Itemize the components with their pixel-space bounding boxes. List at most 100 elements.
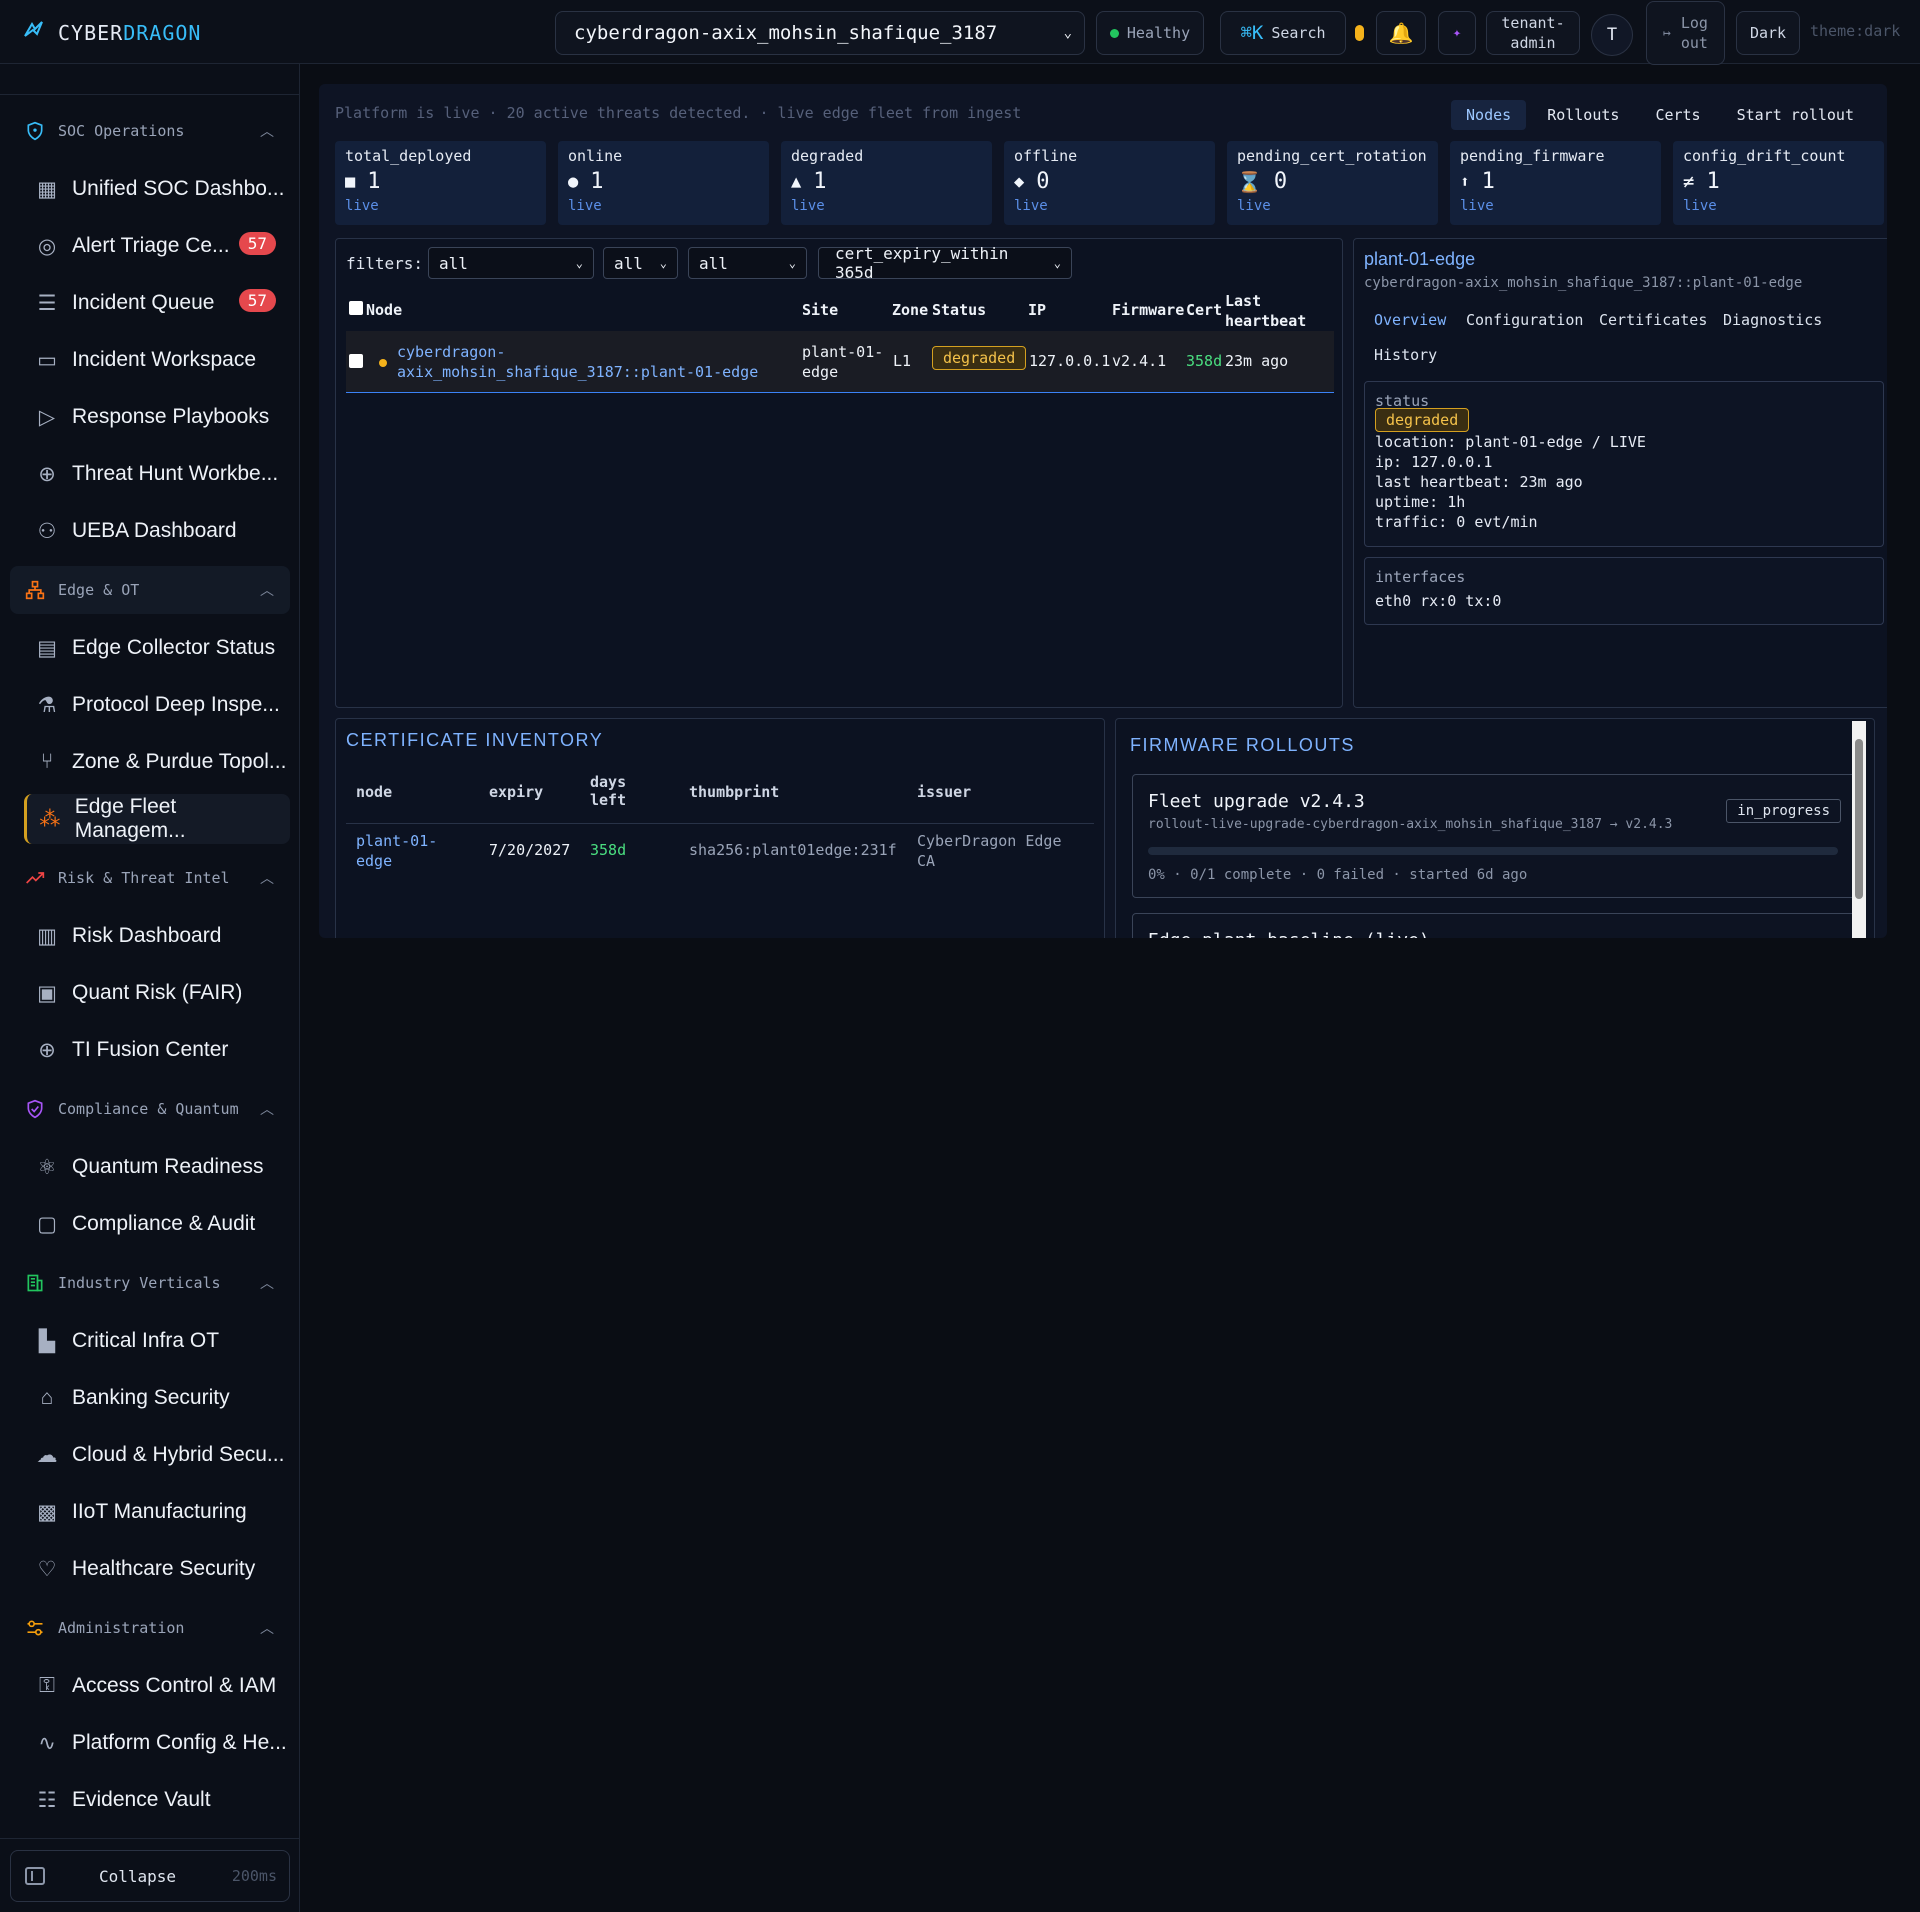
chevron-up-icon: ︿ [260, 871, 274, 887]
kpi-total-deployed[interactable]: total_deployed ■ 1 live [335, 141, 546, 225]
avatar[interactable]: T [1591, 14, 1633, 56]
select-all-checkbox[interactable] [349, 301, 363, 315]
health-indicator[interactable]: Healthy [1096, 11, 1204, 55]
status-card: status degraded location: plant-01-edge … [1364, 381, 1884, 547]
sparkle-icon: ✦ [1452, 25, 1462, 41]
notifications-button[interactable]: 🔔 [1376, 11, 1426, 55]
kpi-degraded[interactable]: degraded ▲ 1 live [781, 141, 992, 225]
logout-button[interactable]: ↦ Log out [1646, 1, 1725, 65]
cell-ip: 127.0.0.1 [1029, 352, 1111, 370]
collapse-button[interactable]: Collapse 200ms [10, 1850, 290, 1902]
col-ip[interactable]: IP [1028, 301, 1046, 319]
sidebar-item-edge-fleet[interactable]: ⁂ Edge Fleet Managem... [24, 794, 290, 844]
shield-check-icon [24, 1098, 46, 1120]
row-checkbox[interactable] [349, 354, 363, 368]
sidebar-item-label: Compliance & Audit [72, 1212, 256, 1235]
node-link[interactable]: cyberdragon-axix_mohsin_shafique_3187::p… [397, 342, 758, 382]
search-button[interactable]: ⌘K Search [1220, 11, 1346, 55]
sidebar-item-cloud-hybrid[interactable]: ☁ Cloud & Hybrid Secu... [24, 1430, 290, 1480]
tab-nodes[interactable]: Nodes [1451, 100, 1527, 130]
sidebar-item-critical-infra[interactable]: ▙ Critical Infra OT [24, 1316, 290, 1366]
sidebar-item-alert-triage[interactable]: ◎ Alert Triage Ce... 57 [24, 221, 290, 271]
col-zone[interactable]: Zone [892, 301, 928, 319]
tab-rollouts[interactable]: Rollouts [1532, 100, 1634, 130]
sidebar-item-protocol-inspection[interactable]: ⚗ Protocol Deep Inspe... [24, 680, 290, 730]
sidebar-item-banking[interactable]: ⌂ Banking Security [24, 1373, 290, 1423]
cert-node-link[interactable]: plant-01- edge [356, 831, 437, 871]
kpi-online[interactable]: online ● 1 live [558, 141, 769, 225]
kpi-config-drift[interactable]: config_drift_count ≠ 1 live [1673, 141, 1884, 225]
tab-diagnostics[interactable]: Diagnostics [1723, 311, 1822, 329]
col-cert[interactable]: Cert [1186, 301, 1222, 319]
sidebar-item-unified-soc[interactable]: ▦ Unified SOC Dashbo... [24, 164, 290, 214]
tab-configuration[interactable]: Configuration [1466, 311, 1583, 329]
sidebar-item-risk-dashboard[interactable]: ▥ Risk Dashboard [24, 911, 290, 961]
rollout-card[interactable]: Edge plant baseline (live) [1132, 913, 1856, 938]
logout-line2: out [1680, 34, 1708, 52]
tab-certs[interactable]: Certs [1640, 100, 1715, 130]
database-icon: ☷ [37, 1788, 57, 1812]
filter-zone-select[interactable]: all ⌄ [603, 247, 678, 279]
sidebar-item-zone-purdue[interactable]: ⑂ Zone & Purdue Topol... [24, 737, 290, 787]
assistant-button[interactable]: ✦ [1438, 11, 1476, 55]
sidebar-item-access-control[interactable]: ⚿ Access Control & IAM [24, 1661, 290, 1711]
brand-logo[interactable]: CYBERDRAGON [22, 18, 201, 48]
col-last-heartbeat[interactable]: Last heartbeat [1225, 291, 1306, 331]
factory-icon: ▙ [38, 1329, 56, 1353]
cloud-icon: ☁ [36, 1443, 58, 1467]
filter-cert-expiry-select[interactable]: cert_expiry_within 365d ⌄ [818, 244, 1072, 282]
rollout-title: Fleet upgrade v2.4.3 [1148, 791, 1365, 812]
start-rollout-button[interactable]: Start rollout [1722, 100, 1869, 130]
role-badge[interactable]: tenant- admin [1486, 11, 1580, 55]
sidebar-item-threat-hunt[interactable]: ⊕ Threat Hunt Workbe... [24, 449, 290, 499]
kpi-offline[interactable]: offline ◆ 0 live [1004, 141, 1215, 225]
sidebar-item-iiot[interactable]: ▩ IIoT Manufacturing [24, 1487, 290, 1537]
filter-site-select[interactable]: all ⌄ [428, 247, 594, 279]
collapse-label: Collapse [99, 1866, 177, 1886]
col-site[interactable]: Site [802, 301, 838, 319]
calculator-icon: ▣ [37, 981, 57, 1005]
cert-col-expiry[interactable]: expiry [489, 783, 543, 801]
sidebar-item-quant-risk[interactable]: ▣ Quant Risk (FAIR) [24, 968, 290, 1018]
trend-up-icon [24, 867, 46, 889]
table-row[interactable]: cyberdragon-axix_mohsin_shafique_3187::p… [346, 331, 1334, 393]
cert-col-thumbprint[interactable]: thumbprint [689, 783, 779, 801]
sidebar-item-healthcare[interactable]: ♡ Healthcare Security [24, 1544, 290, 1594]
tab-history[interactable]: History [1374, 346, 1437, 364]
kpi-pending-firmware[interactable]: pending_firmware ⬆ 1 live [1450, 141, 1661, 225]
group-industry-verticals[interactable]: Industry Verticals ︿ [10, 1259, 290, 1307]
rollout-meta: 0% · 0/1 complete · 0 failed · started 6… [1148, 867, 1528, 883]
scrollbar-thumb[interactable] [1855, 739, 1863, 899]
col-status[interactable]: Status [932, 301, 986, 319]
sidebar-item-incident-workspace[interactable]: ▭ Incident Workspace [24, 335, 290, 385]
tab-overview[interactable]: Overview [1374, 311, 1446, 329]
col-firmware[interactable]: Firmware [1112, 301, 1184, 319]
cert-col-node[interactable]: node [356, 783, 392, 801]
group-edge-ot[interactable]: Edge & OT ︿ [10, 566, 290, 614]
sidebar-item-ueba[interactable]: ⚇ UEBA Dashboard [24, 506, 290, 556]
sidebar-item-evidence-vault[interactable]: ☷ Evidence Vault [24, 1775, 290, 1825]
group-administration[interactable]: Administration ︿ [10, 1604, 290, 1652]
kpi-pending-cert-rotation[interactable]: pending_cert_rotation ⌛ 0 live [1227, 141, 1438, 225]
tenant-select[interactable]: cyberdragon-axix_mohsin_shafique_3187 ⌄ [555, 11, 1085, 55]
sidebar-item-compliance-audit[interactable]: ▢ Compliance & Audit [24, 1199, 290, 1249]
tab-certificates[interactable]: Certificates [1599, 311, 1707, 329]
cert-col-days-left[interactable]: days left [590, 773, 626, 809]
sidebar-item-edge-collector[interactable]: ▤ Edge Collector Status [24, 623, 290, 673]
sidebar-item-platform-config[interactable]: ∿ Platform Config & He... [24, 1718, 290, 1768]
sidebar-item-response-playbooks[interactable]: ▷ Response Playbooks [24, 392, 290, 442]
cert-col-issuer[interactable]: issuer [917, 783, 971, 801]
theme-toggle-button[interactable]: Dark [1736, 11, 1800, 55]
group-compliance-quantum[interactable]: Compliance & Quantum ︿ [10, 1085, 290, 1133]
sidebar-item-incident-queue[interactable]: ☰ Incident Queue 57 [24, 278, 290, 328]
sidebar-item-quantum-readiness[interactable]: ⚛ Quantum Readiness [24, 1142, 290, 1192]
sidebar-item-ti-fusion[interactable]: ⊕ TI Fusion Center [24, 1025, 290, 1075]
rollout-card[interactable]: Fleet upgrade v2.4.3 rollout-live-upgrad… [1132, 774, 1856, 898]
group-risk-threat[interactable]: Risk & Threat Intel ︿ [10, 854, 290, 902]
scrollbar[interactable] [1852, 721, 1866, 938]
col-node[interactable]: Node [366, 301, 402, 319]
play-icon: ▷ [38, 405, 56, 429]
table-row[interactable]: plant-01- edge 7/20/2027 358d sha256:plan… [336, 829, 1106, 883]
filter-status-select[interactable]: all ⌄ [688, 247, 807, 279]
group-soc-operations[interactable]: SOC Operations ︿ [10, 107, 290, 155]
